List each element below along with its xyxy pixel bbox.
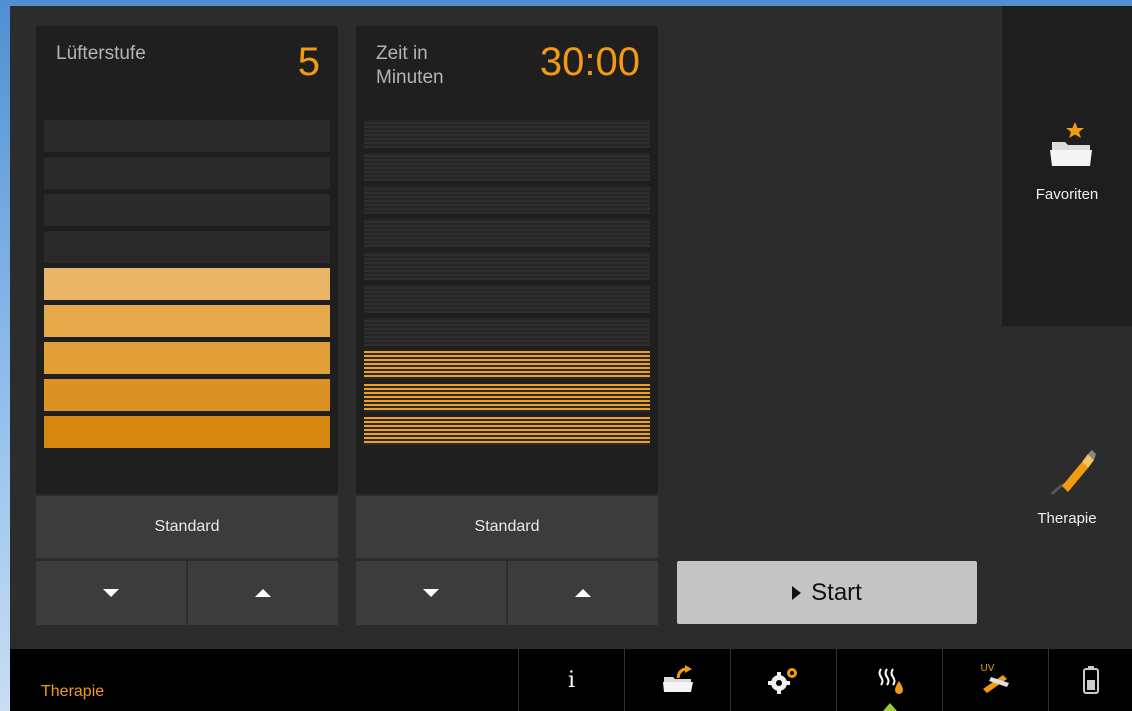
uv-applicator-icon: UV — [979, 663, 1013, 695]
fan-increase-button[interactable] — [188, 561, 338, 625]
fan-level-bar — [44, 379, 330, 411]
battery-status — [1048, 649, 1132, 711]
time-level-bar — [364, 120, 650, 148]
fan-standard-button[interactable]: Standard — [36, 496, 338, 558]
time-display: Zeit in Minuten 30:00 — [356, 26, 658, 494]
time-value: 30:00 — [539, 40, 640, 84]
fan-level-bar — [44, 231, 330, 263]
time-level-bar — [364, 186, 650, 214]
bottom-nav-bar: Therapie i UV — [10, 649, 1132, 711]
time-increase-button[interactable] — [508, 561, 658, 625]
fan-decrease-button[interactable] — [36, 561, 186, 625]
folder-load-icon — [662, 665, 693, 692]
settings-button[interactable] — [730, 649, 836, 711]
fan-speed-display: Lüfterstufe 5 — [36, 26, 338, 494]
therapy-side-button[interactable]: Therapie — [1002, 436, 1132, 536]
play-icon — [792, 585, 802, 600]
time-level-bar — [364, 384, 650, 412]
fan-level-bar — [44, 305, 330, 337]
start-button[interactable]: Start — [677, 561, 977, 624]
time-label-line1: Zeit in — [376, 43, 428, 64]
info-icon: i — [567, 667, 576, 693]
time-level-bar — [364, 318, 650, 346]
time-level-bar — [364, 351, 650, 379]
load-program-button[interactable] — [624, 649, 730, 711]
time-level-bar — [364, 417, 650, 445]
favorites-button[interactable]: Favoriten — [1002, 6, 1132, 326]
fan-level-bar — [44, 120, 330, 152]
favorites-label: Favoriten — [1035, 186, 1099, 203]
arrow-up-icon — [255, 589, 271, 597]
info-button[interactable]: i — [518, 649, 624, 711]
time-label-line2: Minuten — [376, 67, 444, 88]
fan-level-bar — [44, 268, 330, 300]
heat-water-icon — [878, 668, 903, 694]
time-level-bar — [364, 285, 650, 313]
heat-mode-button[interactable] — [836, 649, 942, 711]
fan-level-bar — [44, 194, 330, 226]
arrow-up-icon — [575, 589, 591, 597]
time-decrease-button[interactable] — [356, 561, 506, 625]
fan-level-bar — [44, 416, 330, 448]
fan-level-bar — [44, 342, 330, 374]
fan-speed-value: 5 — [297, 40, 320, 84]
time-panel: Zeit in Minuten 30:00 Standard — [356, 26, 658, 628]
battery-icon — [1082, 666, 1099, 694]
fan-level-bar — [44, 157, 330, 189]
folder-star-icon — [1050, 122, 1092, 166]
current-mode-title: Therapie — [41, 683, 105, 700]
time-label: Zeit in Minuten — [376, 42, 444, 90]
gear-icon — [767, 668, 797, 694]
arrow-down-icon — [423, 589, 439, 597]
time-level-bar — [364, 153, 650, 181]
active-indicator-icon — [883, 703, 897, 711]
arrow-down-icon — [103, 589, 119, 597]
uv-mode-button[interactable]: UV — [942, 649, 1048, 711]
time-level-bar — [364, 252, 650, 280]
fan-speed-panel: Lüfterstufe 5 Standard — [36, 26, 338, 628]
device-screen: Lüfterstufe 5 Standard Zeit in Minuten 3… — [10, 6, 1132, 711]
fan-speed-label: Lüfterstufe — [56, 43, 146, 64]
time-standard-button[interactable]: Standard — [356, 496, 658, 558]
time-level-bar — [364, 219, 650, 247]
therapy-side-label: Therapie — [1037, 510, 1097, 527]
applicator-pen-icon — [1050, 450, 1096, 496]
start-label: Start — [811, 578, 862, 606]
